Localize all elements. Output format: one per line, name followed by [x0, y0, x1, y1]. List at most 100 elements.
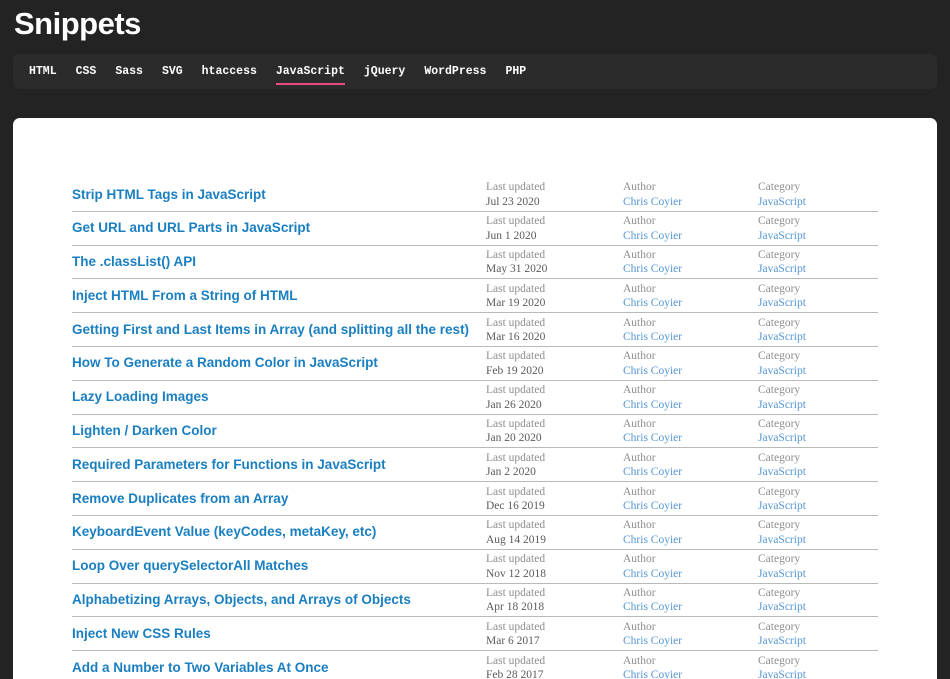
snippet-title-link[interactable]: Add a Number to Two Variables At Once [72, 651, 472, 679]
meta-value-category[interactable]: JavaScript [758, 195, 806, 210]
meta-label-last-updated: Last updated [486, 485, 545, 500]
meta-category: CategoryJavaScript [758, 448, 806, 482]
meta-category: CategoryJavaScript [758, 482, 806, 516]
meta-last-updated: Last updatedMar 19 2020 [486, 279, 545, 313]
meta-value-author[interactable]: Chris Coyier [623, 431, 682, 446]
nav-item-jquery[interactable]: jQuery [364, 64, 405, 80]
meta-value-category[interactable]: JavaScript [758, 600, 806, 615]
meta-value-category[interactable]: JavaScript [758, 431, 806, 446]
snippet-title-link[interactable]: The .classList() API [72, 245, 472, 279]
table-row: Inject New CSS Rules Last updatedMar 6 20… [72, 617, 878, 651]
meta-label-category: Category [758, 180, 806, 195]
nav-item-php[interactable]: PHP [505, 64, 526, 80]
snippet-title-link[interactable]: Inject New CSS Rules [72, 617, 472, 651]
nav-item-wordpress[interactable]: WordPress [424, 64, 486, 80]
snippet-title-link[interactable]: How To Generate a Random Color in JavaSc… [72, 346, 472, 380]
meta-category: CategoryJavaScript [758, 516, 806, 550]
meta-label-category: Category [758, 654, 806, 669]
meta-author: AuthorChris Coyier [623, 313, 682, 347]
meta-label-category: Category [758, 383, 806, 398]
meta-value-last-updated: May 31 2020 [486, 262, 547, 277]
meta-value-category[interactable]: JavaScript [758, 567, 806, 582]
meta-last-updated: Last updatedMar 6 2017 [486, 617, 545, 651]
meta-value-category[interactable]: JavaScript [758, 398, 806, 413]
nav-item-svg[interactable]: SVG [162, 64, 183, 80]
snippet-title-link[interactable]: Lazy Loading Images [72, 380, 472, 414]
meta-value-author[interactable]: Chris Coyier [623, 262, 682, 277]
meta-category: CategoryJavaScript [758, 381, 806, 415]
snippet-title-link[interactable]: Remove Duplicates from an Array [72, 482, 472, 516]
snippet-title-link[interactable]: Inject HTML From a String of HTML [72, 279, 472, 313]
meta-value-author[interactable]: Chris Coyier [623, 398, 682, 413]
table-row: Strip HTML Tags in JavaScript Last update… [72, 178, 878, 212]
meta-value-last-updated: Jul 23 2020 [486, 195, 545, 210]
meta-label-last-updated: Last updated [486, 349, 545, 364]
meta-label-category: Category [758, 620, 806, 635]
meta-value-author[interactable]: Chris Coyier [623, 533, 682, 548]
meta-value-author[interactable]: Chris Coyier [623, 296, 682, 311]
meta-value-last-updated: Mar 19 2020 [486, 296, 545, 311]
snippets-page: Snippets HTMLCSSSassSVGhtaccessJavaScrip… [0, 0, 950, 679]
table-row: Alphabetizing Arrays, Objects, and Array… [72, 584, 878, 618]
meta-label-category: Category [758, 586, 806, 601]
nav-item-html[interactable]: HTML [29, 64, 57, 80]
meta-last-updated: Last updatedMay 31 2020 [486, 246, 547, 280]
meta-label-author: Author [623, 451, 682, 466]
meta-last-updated: Last updatedFeb 28 2017 [486, 651, 545, 679]
meta-value-category[interactable]: JavaScript [758, 364, 806, 379]
meta-label-last-updated: Last updated [486, 282, 545, 297]
meta-label-last-updated: Last updated [486, 316, 545, 331]
snippet-title-link[interactable]: Lighten / Darken Color [72, 414, 472, 448]
snippet-title-link[interactable]: Strip HTML Tags in JavaScript [72, 178, 472, 212]
meta-value-author[interactable]: Chris Coyier [623, 668, 682, 679]
meta-value-last-updated: Mar 16 2020 [486, 330, 545, 345]
snippet-title-link[interactable]: Alphabetizing Arrays, Objects, and Array… [72, 583, 472, 617]
snippet-title-link[interactable]: KeyboardEvent Value (keyCodes, metaKey, … [72, 515, 472, 549]
meta-author: AuthorChris Coyier [623, 415, 682, 449]
meta-value-category[interactable]: JavaScript [758, 296, 806, 311]
table-row: Required Parameters for Functions in Jav… [72, 448, 878, 482]
nav-item-htaccess[interactable]: htaccess [202, 64, 257, 80]
meta-category: CategoryJavaScript [758, 279, 806, 313]
meta-author: AuthorChris Coyier [623, 516, 682, 550]
meta-value-author[interactable]: Chris Coyier [623, 330, 682, 345]
meta-value-category[interactable]: JavaScript [758, 499, 806, 514]
snippet-title-link[interactable]: Get URL and URL Parts in JavaScript [72, 211, 472, 245]
snippet-title-link[interactable]: Required Parameters for Functions in Jav… [72, 448, 472, 482]
nav-item-css[interactable]: CSS [76, 64, 97, 80]
meta-value-category[interactable]: JavaScript [758, 634, 806, 649]
table-row: KeyboardEvent Value (keyCodes, metaKey, … [72, 516, 878, 550]
meta-value-author[interactable]: Chris Coyier [623, 229, 682, 244]
meta-last-updated: Last updatedJan 26 2020 [486, 381, 545, 415]
meta-value-author[interactable]: Chris Coyier [623, 634, 682, 649]
meta-value-category[interactable]: JavaScript [758, 465, 806, 480]
meta-value-category[interactable]: JavaScript [758, 262, 806, 277]
meta-label-author: Author [623, 552, 682, 567]
meta-author: AuthorChris Coyier [623, 178, 682, 212]
meta-value-author[interactable]: Chris Coyier [623, 567, 682, 582]
meta-value-author[interactable]: Chris Coyier [623, 499, 682, 514]
snippet-title-link[interactable]: Loop Over querySelectorAll Matches [72, 549, 472, 583]
meta-value-category[interactable]: JavaScript [758, 229, 806, 244]
meta-value-author[interactable]: Chris Coyier [623, 465, 682, 480]
meta-last-updated: Last updatedMar 16 2020 [486, 313, 545, 347]
table-row: How To Generate a Random Color in JavaSc… [72, 347, 878, 381]
meta-author: AuthorChris Coyier [623, 651, 682, 679]
table-row: The .classList() API Last updatedMay 31 2… [72, 246, 878, 280]
meta-label-author: Author [623, 586, 682, 601]
nav-item-sass[interactable]: Sass [115, 64, 143, 80]
meta-value-author[interactable]: Chris Coyier [623, 364, 682, 379]
meta-label-category: Category [758, 485, 806, 500]
meta-value-category[interactable]: JavaScript [758, 533, 806, 548]
meta-label-last-updated: Last updated [486, 180, 545, 195]
meta-value-category[interactable]: JavaScript [758, 330, 806, 345]
meta-value-category[interactable]: JavaScript [758, 668, 806, 679]
meta-category: CategoryJavaScript [758, 651, 806, 679]
nav-item-javascript[interactable]: JavaScript [276, 64, 345, 80]
meta-author: AuthorChris Coyier [623, 550, 682, 584]
meta-category: CategoryJavaScript [758, 313, 806, 347]
snippet-title-link[interactable]: Getting First and Last Items in Array (a… [72, 313, 472, 347]
meta-value-author[interactable]: Chris Coyier [623, 600, 682, 615]
meta-label-author: Author [623, 620, 682, 635]
meta-value-author[interactable]: Chris Coyier [623, 195, 682, 210]
